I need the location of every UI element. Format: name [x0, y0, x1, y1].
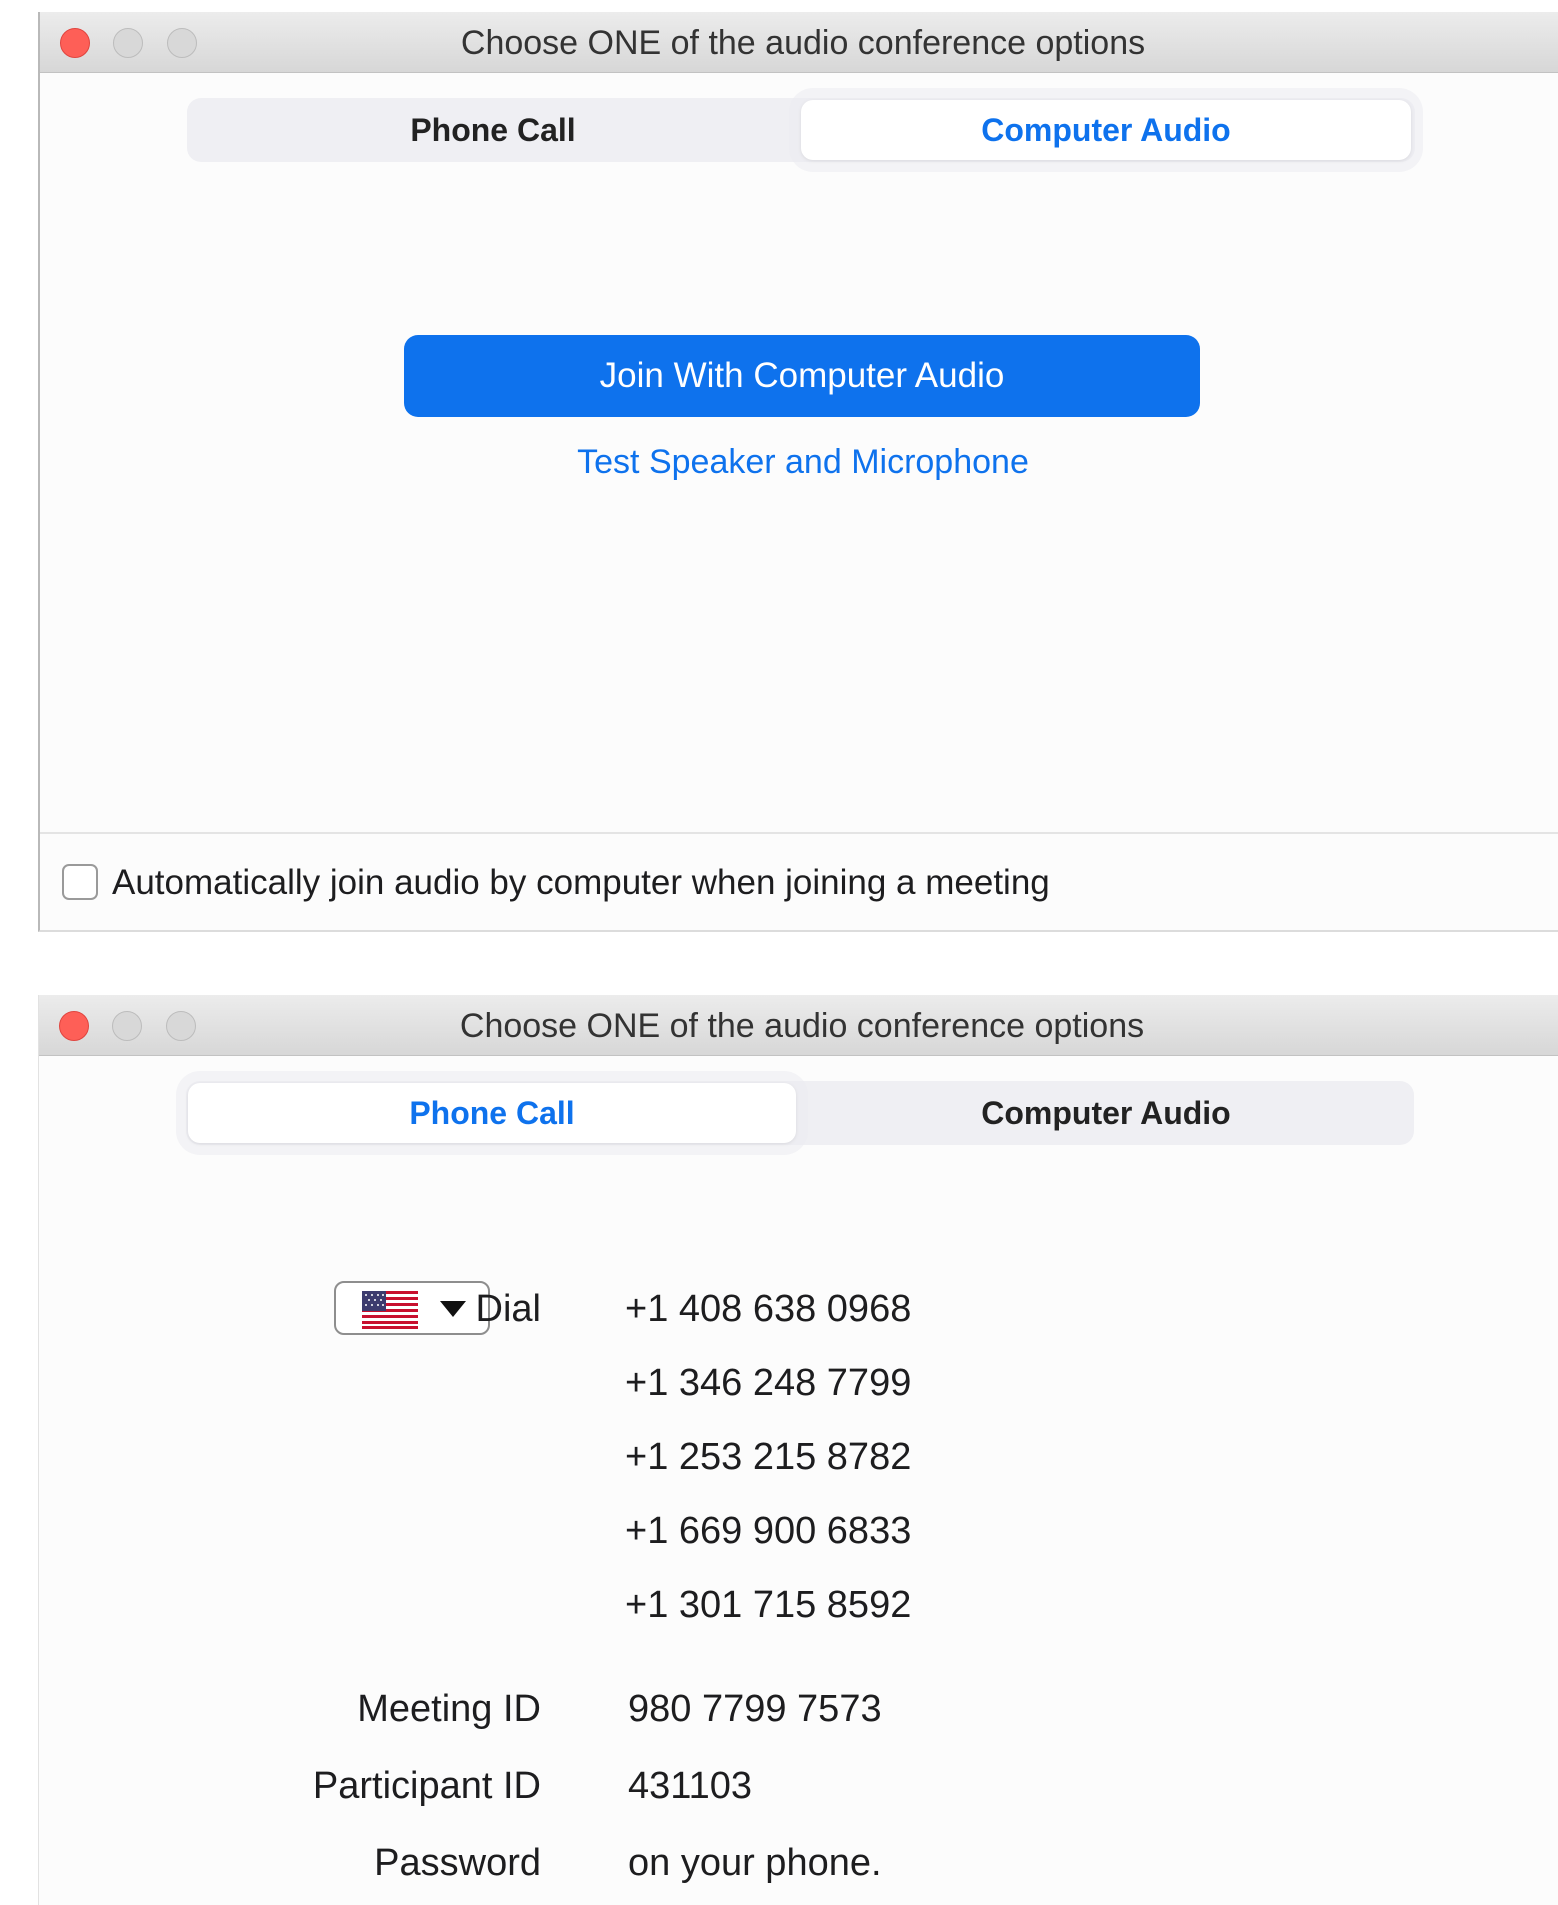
test-speaker-microphone-link[interactable]: Test Speaker and Microphone — [40, 437, 1558, 487]
dial-number: +1 346 248 7799 — [625, 1362, 912, 1404]
audio-dialog-phone: Choose ONE of the audio conference optio… — [38, 995, 1558, 1905]
title-bar: Choose ONE of the audio conference optio… — [40, 12, 1558, 73]
tab-computer-audio[interactable]: Computer Audio — [800, 1081, 1412, 1145]
audio-dialog-computer: Choose ONE of the audio conference optio… — [38, 12, 1558, 932]
auto-join-label: Automatically join audio by computer whe… — [112, 863, 1050, 902]
password-value: on your phone. — [628, 1842, 882, 1884]
meeting-id-label: Meeting ID — [357, 1688, 541, 1730]
auto-join-checkbox[interactable] — [62, 864, 98, 900]
join-computer-audio-button[interactable]: Join With Computer Audio — [404, 335, 1200, 417]
participant-id-label: Participant ID — [312, 1765, 541, 1807]
audio-option-tabs: Phone Call Computer Audio — [187, 98, 1415, 162]
dial-label: Dial — [475, 1288, 541, 1330]
dial-number: +1 408 638 0968 — [625, 1288, 912, 1330]
window-title: Choose ONE of the audio conference optio… — [459, 1007, 1145, 1045]
meeting-id-value: 980 7799 7573 — [628, 1688, 882, 1730]
title-bar: Choose ONE of the audio conference optio… — [39, 995, 1558, 1056]
audio-option-tabs: Phone Call Computer Audio — [186, 1081, 1414, 1145]
dial-number: +1 669 900 6833 — [625, 1510, 912, 1552]
dial-number: +1 301 715 8592 — [625, 1584, 912, 1626]
tab-phone-call[interactable]: Phone Call — [188, 1083, 796, 1143]
us-flag-icon — [362, 1291, 418, 1329]
password-label: Password — [374, 1842, 541, 1884]
tab-computer-audio[interactable]: Computer Audio — [801, 100, 1411, 160]
tab-phone-call[interactable]: Phone Call — [187, 98, 799, 162]
window-title: Choose ONE of the audio conference optio… — [460, 24, 1146, 62]
participant-id-value: 431103 — [628, 1765, 752, 1807]
footer-options: Automatically join audio by computer whe… — [40, 832, 1558, 930]
dial-number: +1 253 215 8782 — [625, 1436, 912, 1478]
